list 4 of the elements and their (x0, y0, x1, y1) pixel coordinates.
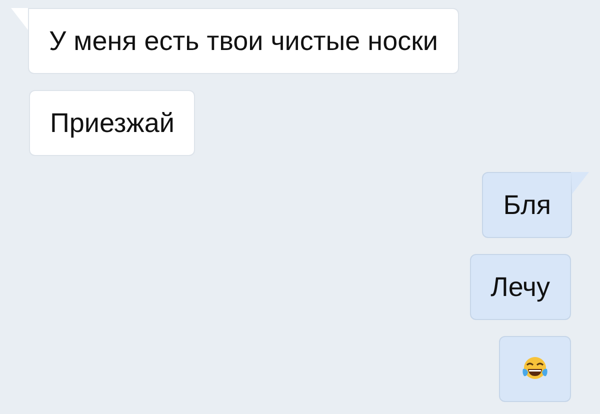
message-text: Бля (503, 191, 551, 219)
message-text: У меня есть твои чистые носки (49, 27, 438, 55)
message-text: Приезжай (50, 109, 174, 137)
message-text: Лечу (490, 273, 550, 301)
